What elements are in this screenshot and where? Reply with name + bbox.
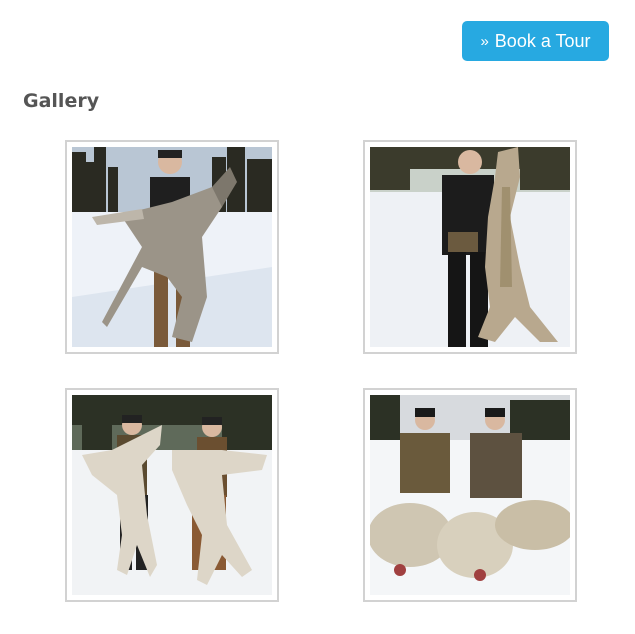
book-tour-button[interactable]: » Book a Tour [462, 21, 609, 61]
gallery-image [370, 147, 570, 347]
gallery-title: Gallery [23, 90, 100, 112]
book-tour-label: Book a Tour [494, 30, 591, 51]
gallery-image [72, 395, 272, 595]
gallery-photo-1[interactable] [65, 140, 279, 354]
gallery-photo-3[interactable] [65, 388, 279, 602]
gallery-photo-2[interactable] [363, 140, 577, 354]
double-chevron-right-icon: » [480, 32, 489, 50]
gallery-image [72, 147, 272, 347]
gallery-photo-4[interactable] [363, 388, 577, 602]
gallery-image [370, 395, 570, 595]
